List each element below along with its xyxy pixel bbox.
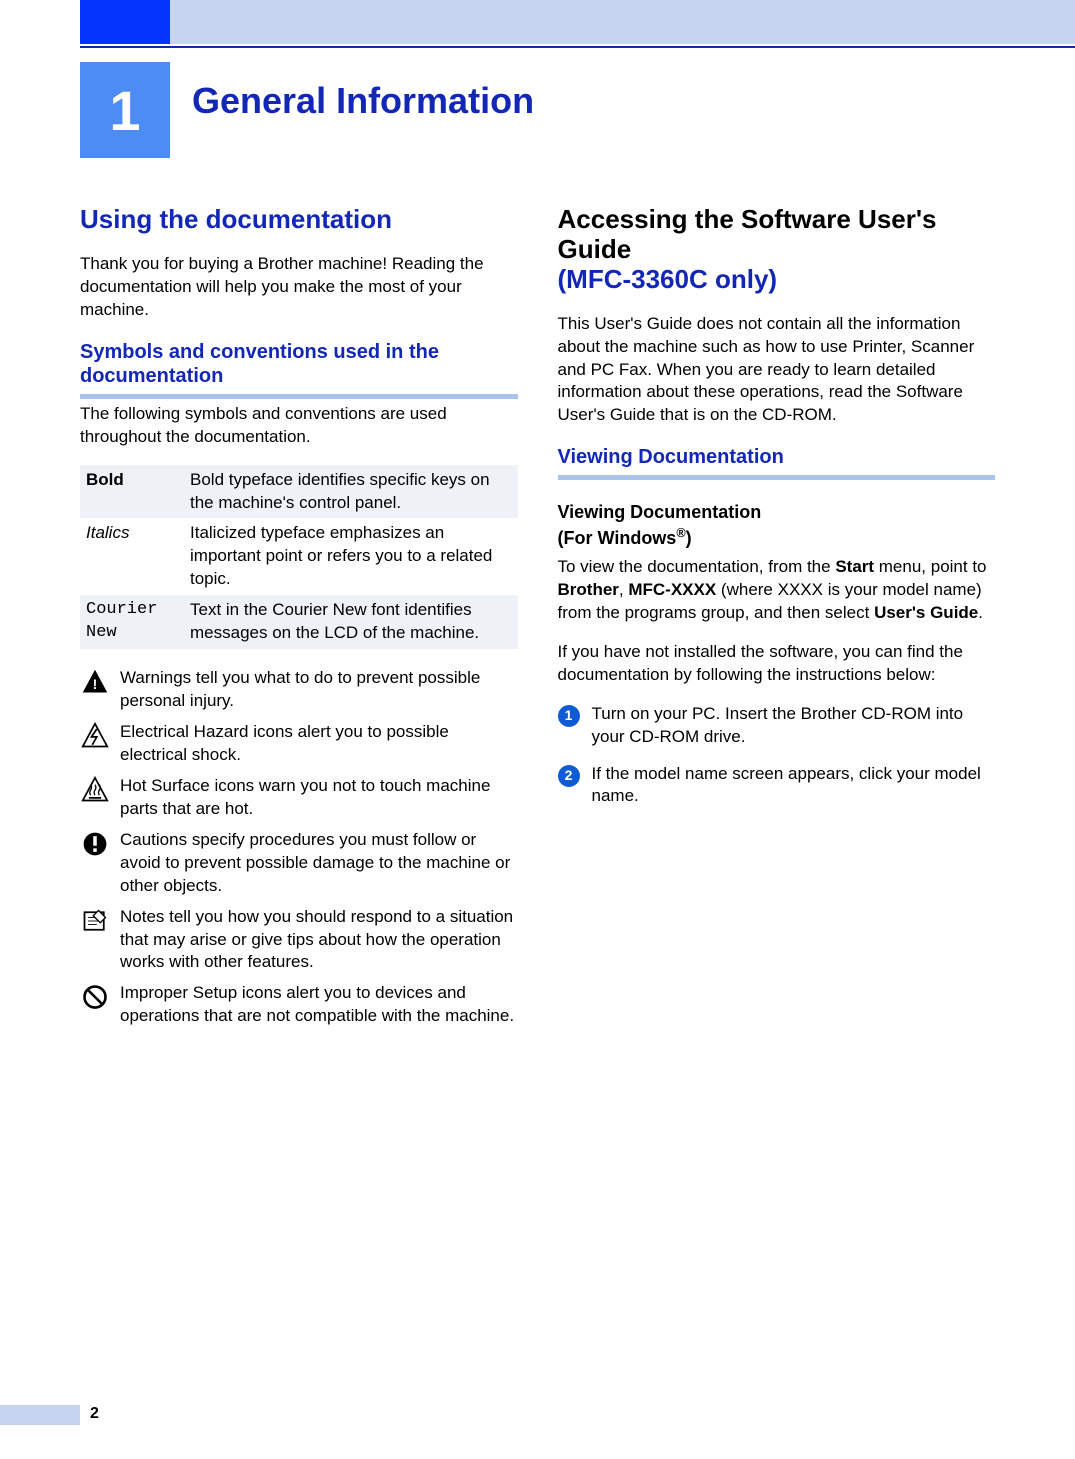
section-accessing-title: Accessing the Software User's Guide (MFC…	[558, 205, 996, 295]
chapter-number: 1	[80, 62, 170, 158]
conv-row-bold: Bold Bold typeface identifies specific k…	[80, 465, 518, 519]
subsection-viewing-title: Viewing Documentation	[558, 445, 996, 480]
p1d: Brother	[558, 580, 619, 599]
improper-setup-icon	[80, 982, 110, 1012]
p1e: ,	[619, 580, 628, 599]
subsection-symbols-title: Symbols and conventions used in the docu…	[80, 340, 518, 399]
chapter-title: General Information	[192, 80, 534, 122]
header-blue-box	[80, 0, 170, 44]
conv-row-courier: Courier New Text in the Courier New font…	[80, 595, 518, 649]
electrical-hazard-icon	[80, 721, 110, 751]
symbol-row-improper-setup: Improper Setup icons alert you to device…	[80, 982, 518, 1028]
viewing-windows-heading: Viewing Documentation (For Windows®)	[558, 500, 996, 550]
p1b: Start	[835, 557, 874, 576]
conv-key-italics: Italics	[80, 522, 190, 545]
symbol-text-improper-setup: Improper Setup icons alert you to device…	[120, 982, 518, 1028]
page: 1 General Information Using the document…	[0, 0, 1075, 1459]
step-1: 1 Turn on your PC. Insert the Brother CD…	[558, 703, 996, 749]
conv-val-courier: Text in the Courier New font identifies …	[190, 599, 518, 645]
p1f: MFC-XXXX	[628, 580, 716, 599]
viewing-windows-line2a: (For Windows	[558, 528, 677, 548]
symbol-row-electrical: Electrical Hazard icons alert you to pos…	[80, 721, 518, 767]
symbol-row-caution: Cautions specify procedures you must fol…	[80, 829, 518, 898]
symbol-row-hot-surface: Hot Surface icons warn you not to touch …	[80, 775, 518, 821]
fallback-instructions: If you have not installed the software, …	[558, 641, 996, 687]
step-1-number: 1	[558, 705, 580, 727]
conv-key-bold: Bold	[80, 469, 190, 492]
conv-val-bold: Bold typeface identifies specific keys o…	[190, 469, 518, 515]
accessing-intro: This User's Guide does not contain all t…	[558, 313, 996, 428]
viewing-windows-line2b: )	[686, 528, 692, 548]
symbol-text-hot-surface: Hot Surface icons warn you not to touch …	[120, 775, 518, 821]
step-2-number: 2	[558, 765, 580, 787]
section-using-docs-title: Using the documentation	[80, 205, 518, 235]
caution-icon	[80, 829, 110, 859]
p1i: .	[978, 603, 983, 622]
intro-paragraph: Thank you for buying a Brother machine! …	[80, 253, 518, 322]
step-2: 2 If the model name screen appears, clic…	[558, 763, 996, 809]
conv-val-italics: Italicized typeface emphasizes an import…	[190, 522, 518, 591]
right-column: Accessing the Software User's Guide (MFC…	[558, 205, 996, 1036]
symbol-text-warning: Warnings tell you what to do to prevent …	[120, 667, 518, 713]
symbol-text-caution: Cautions specify procedures you must fol…	[120, 829, 518, 898]
conv-row-italics: Italics Italicized typeface emphasizes a…	[80, 518, 518, 595]
page-number: 2	[90, 1405, 99, 1423]
left-column: Using the documentation Thank you for bu…	[80, 205, 518, 1036]
accessing-title-line2: (MFC-3360C only)	[558, 264, 778, 294]
symbols-list: ! Warnings tell you what to do to preven…	[80, 667, 518, 1028]
top-header-band	[0, 0, 1075, 60]
warning-icon: !	[80, 667, 110, 697]
step-2-text: If the model name screen appears, click …	[592, 763, 996, 809]
symbol-text-note: Notes tell you how you should respond to…	[120, 906, 518, 975]
accessing-title-line1: Accessing the Software User's Guide	[558, 204, 937, 264]
viewing-instructions: To view the documentation, from the Star…	[558, 556, 996, 625]
steps-list: 1 Turn on your PC. Insert the Brother CD…	[558, 703, 996, 809]
p1h: User's Guide	[874, 603, 978, 622]
header-rule	[80, 46, 1075, 48]
note-icon	[80, 906, 110, 936]
registered-mark: ®	[676, 526, 685, 540]
conventions-intro: The following symbols and conventions ar…	[80, 403, 518, 449]
symbol-row-note: Notes tell you how you should respond to…	[80, 906, 518, 975]
footer-tab	[0, 1405, 80, 1425]
conv-key-courier: Courier New	[80, 599, 190, 645]
step-1-text: Turn on your PC. Insert the Brother CD-R…	[592, 703, 996, 749]
symbol-text-electrical: Electrical Hazard icons alert you to pos…	[120, 721, 518, 767]
symbol-row-warning: ! Warnings tell you what to do to preven…	[80, 667, 518, 713]
header-light-strip	[170, 0, 1075, 44]
hot-surface-icon	[80, 775, 110, 805]
conventions-table: Bold Bold typeface identifies specific k…	[80, 465, 518, 650]
p1c: menu, point to	[874, 557, 986, 576]
svg-text:!: !	[93, 676, 98, 692]
chapter-header: 1 General Information	[80, 62, 995, 158]
page-footer: 2	[0, 1405, 1075, 1429]
p1a: To view the documentation, from the	[558, 557, 836, 576]
content-columns: Using the documentation Thank you for bu…	[80, 205, 995, 1036]
viewing-windows-line1: Viewing Documentation	[558, 502, 762, 522]
